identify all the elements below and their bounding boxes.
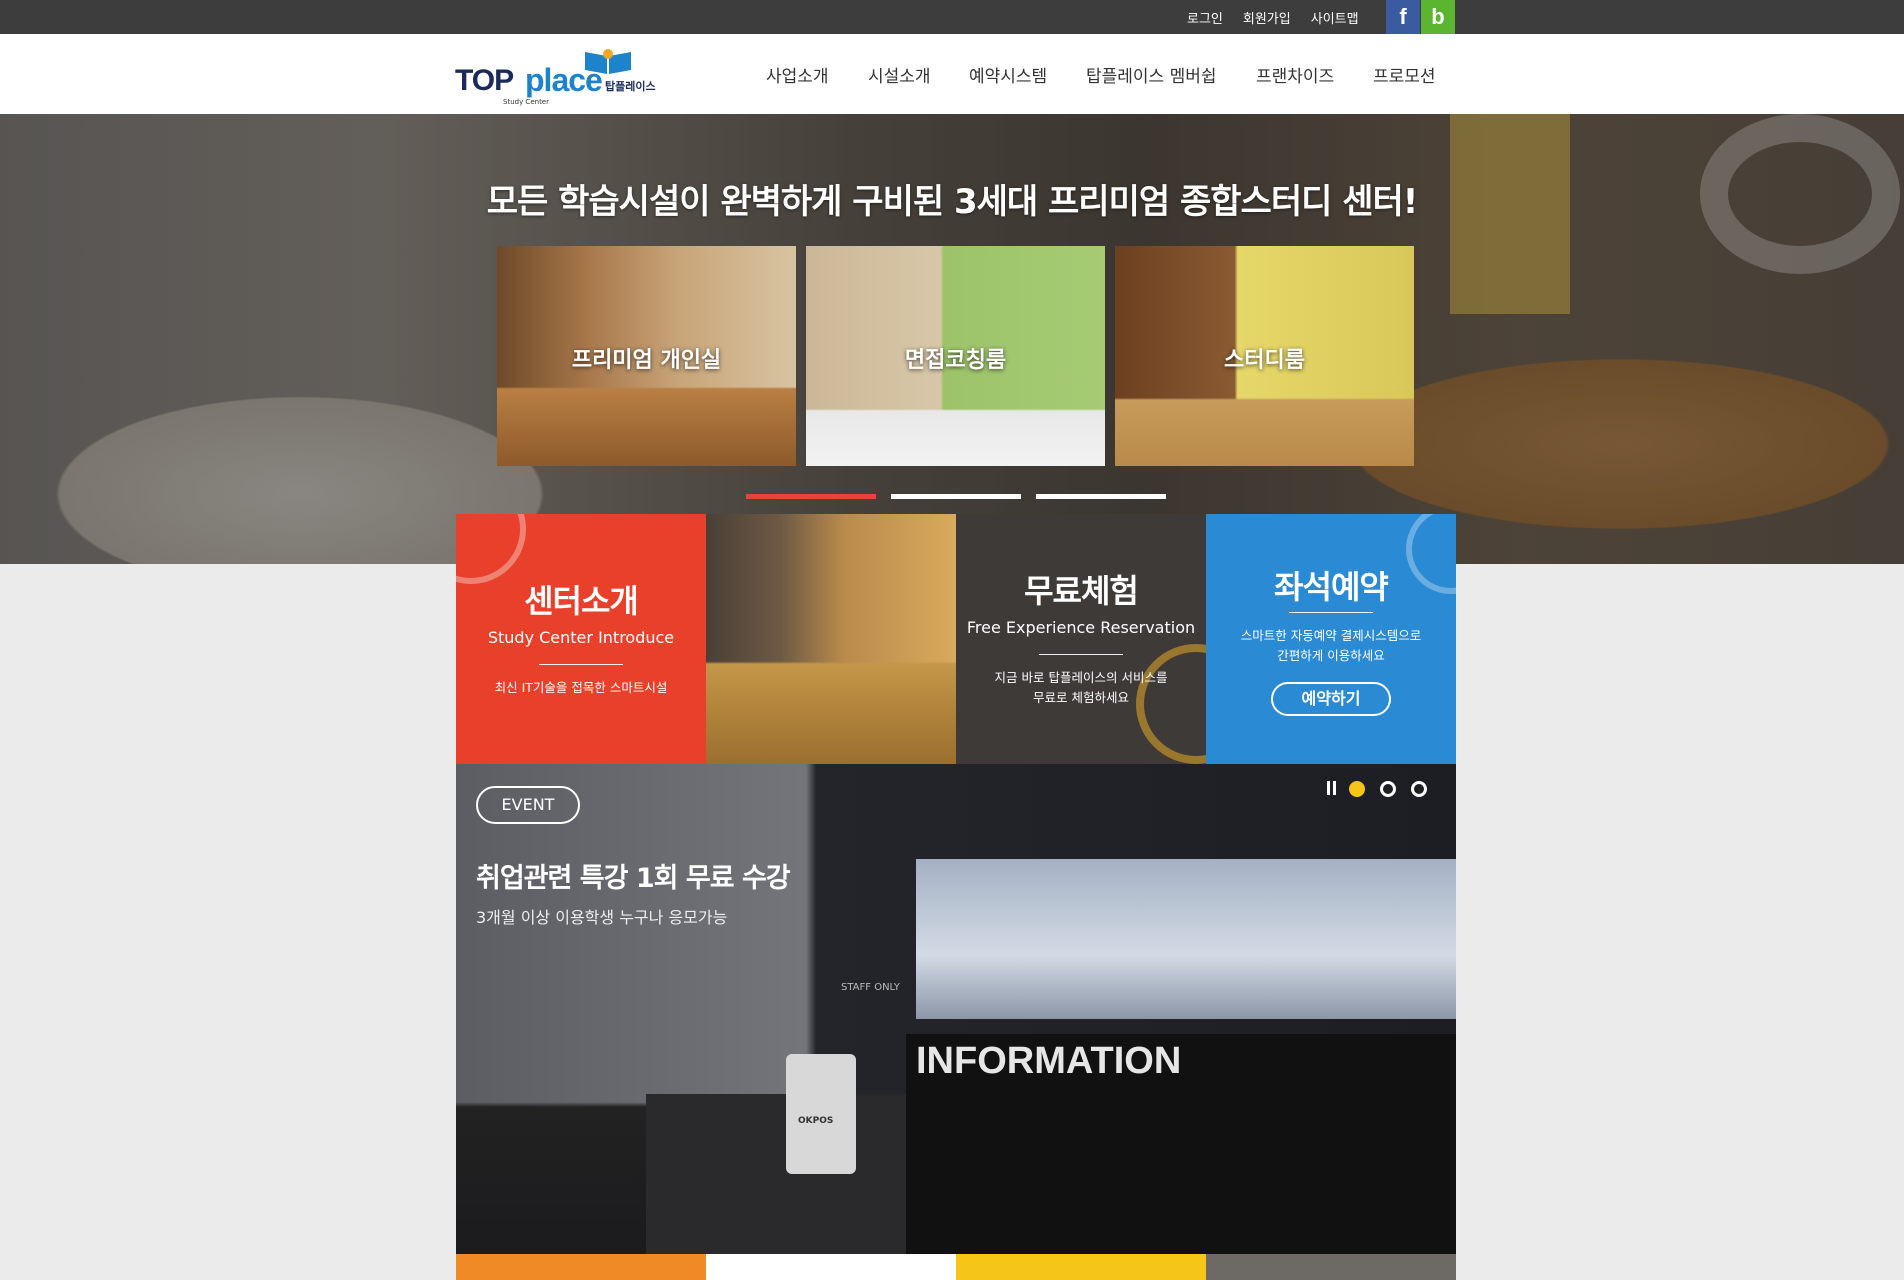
tile-desc-2: 간편하게 이용하세요 [1277, 648, 1385, 663]
tile-title: 무료체험 [1024, 572, 1139, 610]
photo-pos-terminal: OKPOS [786, 1054, 856, 1174]
bottom-tile-2[interactable] [706, 1254, 956, 1280]
logo[interactable]: TOP place 탑플레이스 Study Center [455, 46, 665, 106]
event-subtitle: 3개월 이상 이용학생 누구나 응모가능 [476, 908, 728, 927]
event-dot-3[interactable] [1411, 781, 1427, 797]
nav-facilities[interactable]: 시설소개 [868, 62, 931, 87]
sitemap-link[interactable]: 사이트맵 [1311, 8, 1359, 27]
tile-center-intro[interactable]: 센터소개 Study Center Introduce 최신 IT기술을 접목한… [456, 514, 706, 764]
photo-info-sign: INFORMATION [916, 1040, 1182, 1082]
nav-franchise[interactable]: 프랜차이즈 [1256, 62, 1334, 87]
slide-dot-2[interactable] [891, 494, 1021, 499]
card-premium-room[interactable]: 프리미엄 개인실 [497, 246, 796, 466]
hero-banner: 모든 학습시설이 완벽하게 구비된 3세대 프리미엄 종합스터디 센터! 프리미… [0, 114, 1904, 564]
decor-arc [456, 514, 526, 584]
divider [1039, 654, 1123, 655]
bottom-tile-3[interactable] [956, 1254, 1206, 1280]
event-dot-2[interactable] [1380, 781, 1396, 797]
tile-photo-reception [706, 514, 956, 764]
tile-title: 센터소개 [524, 582, 639, 620]
card-study-room[interactable]: 스터디룸 [1115, 246, 1414, 466]
slide-dot-1[interactable] [746, 494, 876, 499]
photo-pos-label: OKPOS [798, 1116, 834, 1126]
tile-free-trial[interactable]: 무료체험 Free Experience Reservation 지금 바로 탑… [956, 514, 1206, 764]
signup-link[interactable]: 회원가입 [1243, 8, 1291, 27]
divider [539, 664, 623, 665]
photo-staff-sign: STAFF ONLY [841, 982, 900, 993]
tile-desc-1: 지금 바로 탑플레이스의 서비스를 [994, 670, 1168, 685]
tile-desc-1: 스마트한 자동예약 결제시스템으로 [1240, 628, 1422, 643]
utility-links: 로그인 회원가입 사이트맵 [1187, 0, 1379, 34]
facebook-icon[interactable]: f [1386, 0, 1420, 34]
event-badge[interactable]: EVENT [476, 786, 580, 824]
event-title: 취업관련 특강 1회 무료 수강 [476, 863, 791, 894]
card-interview-room[interactable]: 면접코칭룸 [806, 246, 1105, 466]
logo-place-text: place [525, 62, 603, 98]
tile-subtitle: Free Experience Reservation [966, 618, 1196, 637]
tile-desc: 최신 IT기술을 접목한 스마트시설 [494, 680, 668, 695]
nav-reservation[interactable]: 예약시스템 [969, 62, 1047, 87]
bottom-tile-1[interactable] [456, 1254, 706, 1280]
login-link[interactable]: 로그인 [1187, 8, 1223, 27]
blog-icon[interactable]: b [1421, 0, 1455, 34]
hero-title: 모든 학습시설이 완벽하게 구비된 3세대 프리미엄 종합스터디 센터! [486, 182, 1419, 222]
site-header: TOP place 탑플레이스 Study Center [0, 34, 1904, 114]
divider [1289, 612, 1373, 613]
nav-promotion[interactable]: 프로모션 [1373, 62, 1436, 87]
nav-business[interactable]: 사업소개 [766, 62, 829, 87]
logo-sub-text: Study Center [503, 98, 549, 106]
card-label: 면접코칭룸 [904, 348, 1007, 373]
tile-seat-reservation[interactable]: 좌석예약 스마트한 자동예약 결제시스템으로 간편하게 이용하세요 예약하기 [1206, 514, 1456, 764]
top-utility-bar: 로그인 회원가입 사이트맵 f b [0, 0, 1904, 34]
bottom-tile-4[interactable] [1206, 1254, 1456, 1280]
card-label: 스터디룸 [1224, 348, 1305, 373]
reserve-button[interactable]: 예약하기 [1271, 682, 1391, 716]
tile-subtitle: Study Center Introduce [487, 628, 675, 647]
event-dot-1[interactable] [1349, 781, 1365, 797]
nav-membership[interactable]: 탑플레이스 멤버쉽 [1086, 62, 1217, 87]
logo-korean-text: 탑플레이스 [605, 80, 656, 93]
slide-dot-3[interactable] [1036, 494, 1166, 499]
photo-shelf-light [916, 859, 1456, 1019]
event-banner[interactable]: INFORMATION STAFF ONLY OKPOS EVENT 취업관련 … [456, 764, 1456, 1254]
photo-desk [646, 1094, 906, 1254]
tile-desc-2: 무료로 체험하세요 [1033, 690, 1129, 705]
logo-top-text: TOP [455, 64, 514, 97]
tile-title: 좌석예약 [1274, 568, 1389, 606]
card-label: 프리미엄 개인실 [571, 348, 722, 373]
pause-icon[interactable] [1327, 781, 1337, 795]
